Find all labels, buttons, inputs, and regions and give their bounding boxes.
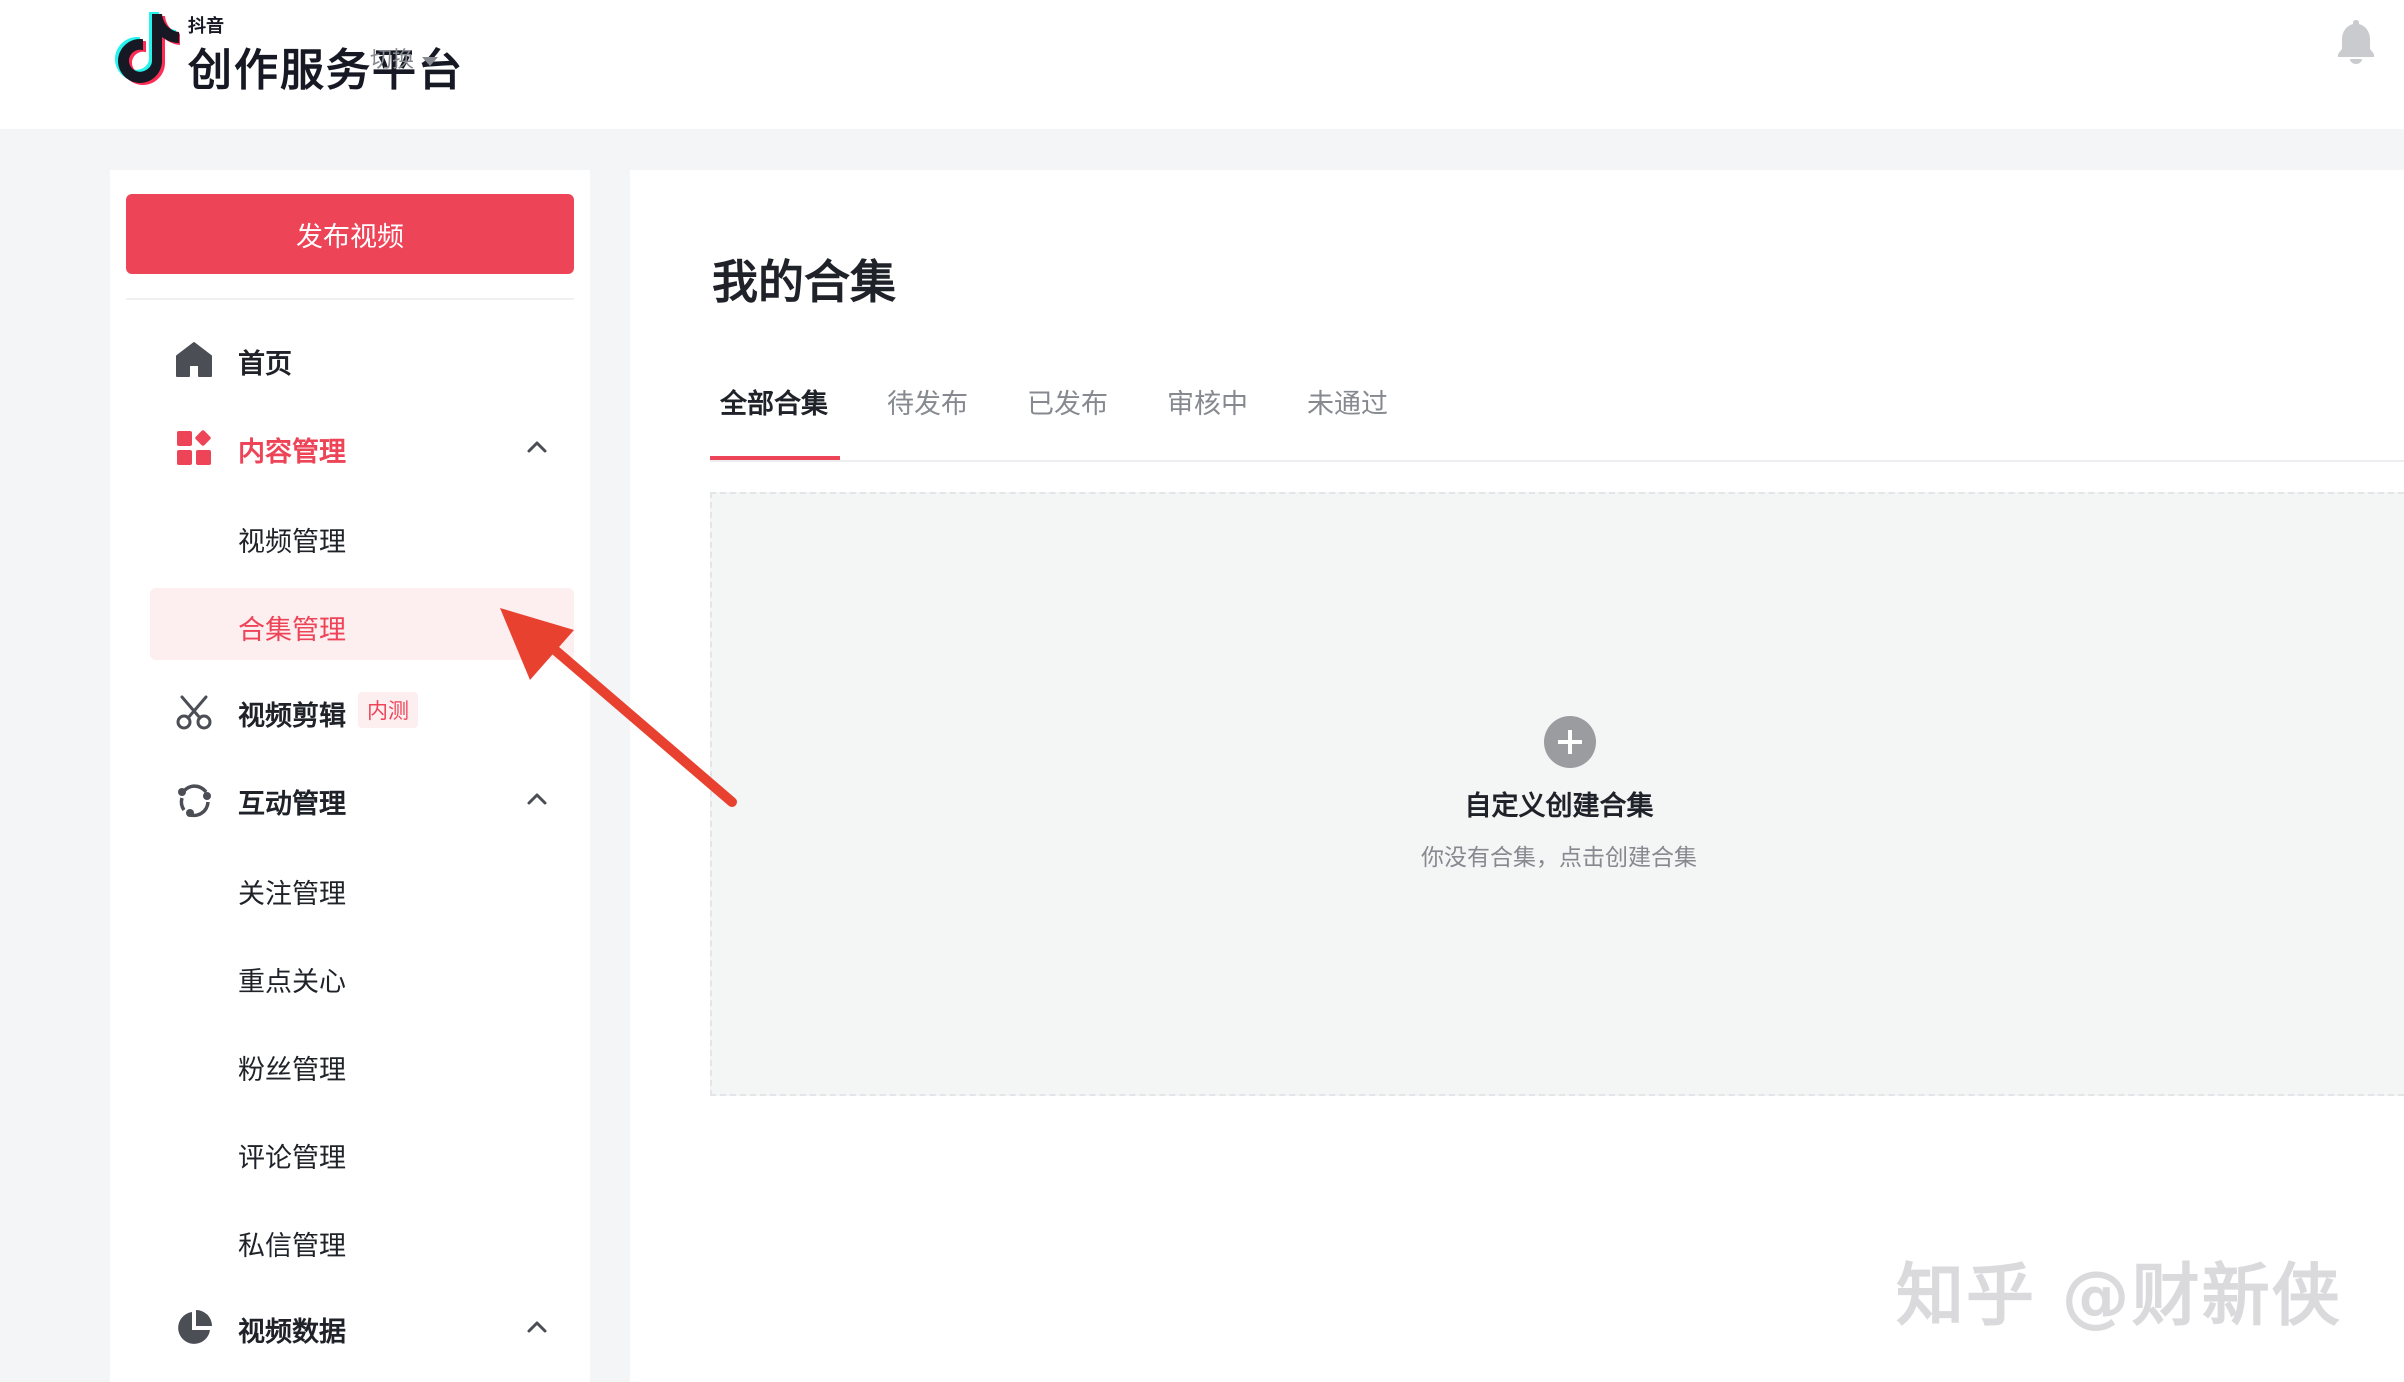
logo[interactable]: 抖音 创作服务平台	[108, 10, 578, 120]
sidebar-item-label: 粉丝管理	[238, 1055, 346, 1086]
sidebar-item-label: 关注管理	[238, 879, 346, 910]
sidebar-item-label: 视频管理	[238, 527, 346, 558]
sidebar-item-comment-manage[interactable]: 评论管理	[150, 1116, 574, 1188]
empty-collection-hint: 你没有合集，点击创建合集	[1421, 845, 1697, 871]
sidebar-item-label: 私信管理	[238, 1231, 346, 1262]
create-collection-title[interactable]: 自定义创建合集	[712, 784, 2404, 823]
interaction-icon	[178, 784, 211, 818]
sidebar-item-follow-manage[interactable]: 关注管理	[150, 852, 574, 924]
empty-collection-area[interactable]: 自定义创建合集 你没有合集，点击创建合集	[710, 492, 2404, 1096]
platform-switch[interactable]: 切换	[370, 42, 439, 74]
sidebar-item-label: 互动管理	[238, 789, 346, 820]
tab-published[interactable]: 已发布	[1027, 382, 1108, 428]
sidebar-item-message-manage[interactable]: 私信管理	[150, 1204, 574, 1276]
sidebar-divider	[126, 298, 574, 300]
sidebar-item-label: 合集管理	[238, 615, 346, 646]
tab-pending[interactable]: 待发布	[887, 382, 968, 428]
sidebar-item-content[interactable]: 内容管理	[110, 412, 590, 484]
sidebar-item-label: 首页	[238, 349, 292, 380]
main-content: 我的合集 全部合集 待发布 已发布 审核中 未通过 自定义创建合集 你没有合集，…	[630, 170, 2404, 1382]
bell-icon[interactable]	[2336, 18, 2376, 64]
content-grid-icon	[177, 430, 211, 465]
douyin-logo-icon	[115, 12, 180, 85]
publish-video-button[interactable]: 发布视频	[126, 194, 574, 274]
sidebar-item-fans-manage[interactable]: 粉丝管理	[150, 1028, 574, 1100]
sidebar-item-video-manage[interactable]: 视频管理	[150, 500, 574, 572]
sidebar-item-label: 重点关心	[238, 967, 346, 998]
page-title: 我的合集	[712, 255, 896, 309]
chevron-up-icon[interactable]	[524, 434, 550, 460]
sidebar-item-video-data[interactable]: 视频数据	[110, 1292, 590, 1364]
caret-down-icon	[422, 56, 439, 66]
sidebar-item-label: 评论管理	[238, 1143, 346, 1174]
sidebar-item-label: 视频数据	[238, 1317, 346, 1348]
tab-reviewing[interactable]: 审核中	[1167, 382, 1248, 428]
plus-icon[interactable]	[1544, 716, 1596, 768]
pie-chart-icon	[178, 1310, 212, 1344]
chevron-up-icon[interactable]	[524, 1314, 550, 1340]
sidebar-item-label: 视频剪辑	[238, 701, 346, 732]
tabs-divider	[710, 460, 2404, 462]
watermark: 知乎 @财新侠	[1896, 1257, 2342, 1336]
tab-rejected[interactable]: 未通过	[1307, 382, 1388, 428]
sidebar-item-label: 内容管理	[238, 437, 346, 468]
home-icon	[176, 342, 212, 377]
top-bar: 抖音 创作服务平台 切换	[0, 0, 2404, 129]
switch-label: 切换	[370, 48, 415, 73]
scissors-icon	[176, 695, 212, 730]
sidebar-item-key-care[interactable]: 重点关心	[150, 940, 574, 1012]
sidebar-item-home[interactable]: 首页	[110, 324, 590, 396]
tab-all-collections[interactable]: 全部合集	[720, 382, 828, 428]
annotation-arrow-icon	[500, 608, 737, 807]
beta-badge: 内测	[358, 692, 418, 728]
